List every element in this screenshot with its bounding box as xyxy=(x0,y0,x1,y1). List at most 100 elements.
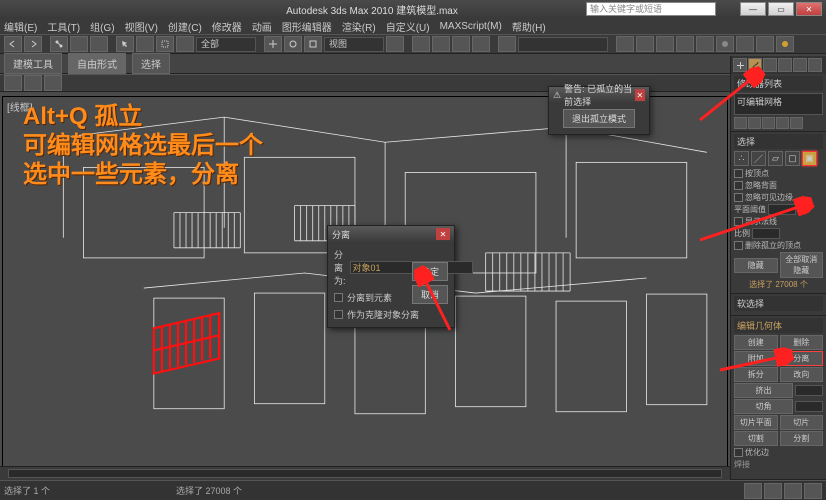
ribbon-tab-modeling[interactable]: 建模工具 xyxy=(4,53,62,74)
display-tab[interactable] xyxy=(793,58,807,72)
slice-button[interactable]: 切片 xyxy=(780,415,824,430)
utilities-tab[interactable] xyxy=(808,58,822,72)
slice-plane-button[interactable]: 切片平面 xyxy=(734,415,778,430)
vertex-subobj-button[interactable]: ∴ xyxy=(734,151,749,166)
element-subobj-button[interactable]: ▣ xyxy=(802,151,817,166)
menu-maxscript[interactable]: MAXScript(M) xyxy=(440,21,502,32)
menu-help[interactable]: 帮助(H) xyxy=(512,19,546,34)
extrude-button[interactable]: 挤出 xyxy=(734,383,793,398)
select-name-button[interactable] xyxy=(136,36,154,52)
rotate-button[interactable] xyxy=(284,36,302,52)
timeline[interactable] xyxy=(0,466,730,480)
layers-button[interactable] xyxy=(656,36,674,52)
ignore-backface-checkbox[interactable] xyxy=(734,181,743,190)
center-button[interactable] xyxy=(386,36,404,52)
menu-edit[interactable]: 编辑(E) xyxy=(4,19,37,34)
remove-mod-button[interactable] xyxy=(776,117,789,129)
help-search-input[interactable]: 输入关键字或短语 xyxy=(586,2,716,16)
edge-subobj-button[interactable]: ／ xyxy=(751,151,766,166)
timeline-track[interactable] xyxy=(8,469,722,478)
delete-isolated-checkbox[interactable] xyxy=(734,241,743,250)
menu-view[interactable]: 视图(V) xyxy=(125,19,158,34)
detach-cancel-button[interactable]: 取消 xyxy=(412,285,448,304)
nav-maximize-button[interactable] xyxy=(804,483,822,499)
split-button[interactable]: 分割 xyxy=(780,431,824,446)
snap-button[interactable] xyxy=(412,36,430,52)
hierarchy-tab[interactable] xyxy=(763,58,777,72)
show-normal-checkbox[interactable] xyxy=(734,217,743,226)
detach-close-button[interactable]: ✕ xyxy=(436,228,450,240)
menu-graph[interactable]: 图形编辑器 xyxy=(282,19,332,34)
angle-snap-button[interactable] xyxy=(432,36,450,52)
modifier-stack[interactable]: 可编辑网格 xyxy=(734,93,823,115)
detach-dialog-title[interactable]: 分离 ✕ xyxy=(328,226,454,242)
curve-editor-button[interactable] xyxy=(676,36,694,52)
named-sel-button[interactable] xyxy=(498,36,516,52)
ribbon-tab-freeform[interactable]: 自由形式 xyxy=(68,53,126,74)
maximize-button[interactable]: ▭ xyxy=(768,2,794,16)
show-result-button[interactable] xyxy=(748,117,761,129)
scale-button[interactable] xyxy=(304,36,322,52)
menu-group[interactable]: 组(G) xyxy=(90,19,114,34)
redo-button[interactable] xyxy=(24,36,42,52)
exit-isolate-button[interactable]: 退出孤立模式 xyxy=(563,109,635,128)
ref-coord-combo[interactable]: 视图 xyxy=(324,37,384,52)
detach-button[interactable]: 分离 xyxy=(780,351,824,366)
face-subobj-button[interactable]: ▱ xyxy=(768,151,783,166)
chamfer-button[interactable]: 切角 xyxy=(734,399,793,414)
normal-scale-spinner[interactable] xyxy=(752,228,780,239)
turn-button[interactable]: 改向 xyxy=(780,367,824,382)
pin-stack-button[interactable] xyxy=(734,117,747,129)
modify-tab[interactable] xyxy=(748,58,762,72)
detach-as-clone-checkbox[interactable] xyxy=(334,310,343,319)
render-frame-button[interactable] xyxy=(756,36,774,52)
unlink-button[interactable] xyxy=(70,36,88,52)
move-button[interactable] xyxy=(264,36,282,52)
create-button[interactable]: 创建 xyxy=(734,335,778,350)
selection-filter-combo[interactable]: 全部 xyxy=(196,37,256,52)
spinner-snap-button[interactable] xyxy=(472,36,490,52)
cut-button[interactable]: 切割 xyxy=(734,431,778,446)
planar-threshold-spinner[interactable] xyxy=(768,204,796,215)
select-button[interactable] xyxy=(116,36,134,52)
render-setup-button[interactable] xyxy=(736,36,754,52)
isolate-dialog-title[interactable]: ⚠ 警告: 已孤立的当前选择 ✕ xyxy=(549,87,649,103)
undo-button[interactable] xyxy=(4,36,22,52)
attach-button[interactable]: 附加 xyxy=(734,351,778,366)
material-editor-button[interactable] xyxy=(716,36,734,52)
window-crossing-button[interactable] xyxy=(176,36,194,52)
ribbon-tool-1[interactable] xyxy=(4,75,22,91)
modifier-list-header[interactable]: 修改器列表 xyxy=(734,76,823,91)
ribbon-tool-2[interactable] xyxy=(24,75,42,91)
ignore-vis-checkbox[interactable] xyxy=(734,193,743,202)
detach-to-element-checkbox[interactable] xyxy=(334,293,343,302)
nav-orbit-button[interactable] xyxy=(784,483,802,499)
by-vertex-checkbox[interactable] xyxy=(734,169,743,178)
ribbon-tool-3[interactable] xyxy=(44,75,62,91)
motion-tab[interactable] xyxy=(778,58,792,72)
isolate-close-button[interactable]: ✕ xyxy=(635,89,645,101)
render-button[interactable] xyxy=(776,36,794,52)
close-button[interactable]: ✕ xyxy=(796,2,822,16)
nav-pan-button[interactable] xyxy=(744,483,762,499)
ribbon-tab-selection[interactable]: 选择 xyxy=(132,53,170,74)
bind-button[interactable] xyxy=(90,36,108,52)
refine-checkbox[interactable] xyxy=(734,448,743,457)
percent-snap-button[interactable] xyxy=(452,36,470,52)
detach-ok-button[interactable]: 确定 xyxy=(412,262,448,281)
poly-subobj-button[interactable]: ▢ xyxy=(785,151,800,166)
menu-tools[interactable]: 工具(T) xyxy=(47,19,80,34)
create-tab[interactable] xyxy=(733,58,747,72)
nav-zoom-button[interactable] xyxy=(764,483,782,499)
link-button[interactable] xyxy=(50,36,68,52)
menu-animation[interactable]: 动画 xyxy=(252,19,272,34)
configure-button[interactable] xyxy=(790,117,803,129)
menu-modifiers[interactable]: 修改器 xyxy=(212,19,242,34)
minimize-button[interactable]: — xyxy=(740,2,766,16)
menu-customize[interactable]: 自定义(U) xyxy=(386,19,430,34)
delete-button[interactable]: 删除 xyxy=(780,335,824,350)
extrude-spinner[interactable] xyxy=(795,385,823,396)
menu-render[interactable]: 渲染(R) xyxy=(342,19,376,34)
named-selection-combo[interactable] xyxy=(518,37,608,52)
chamfer-spinner[interactable] xyxy=(795,401,823,412)
